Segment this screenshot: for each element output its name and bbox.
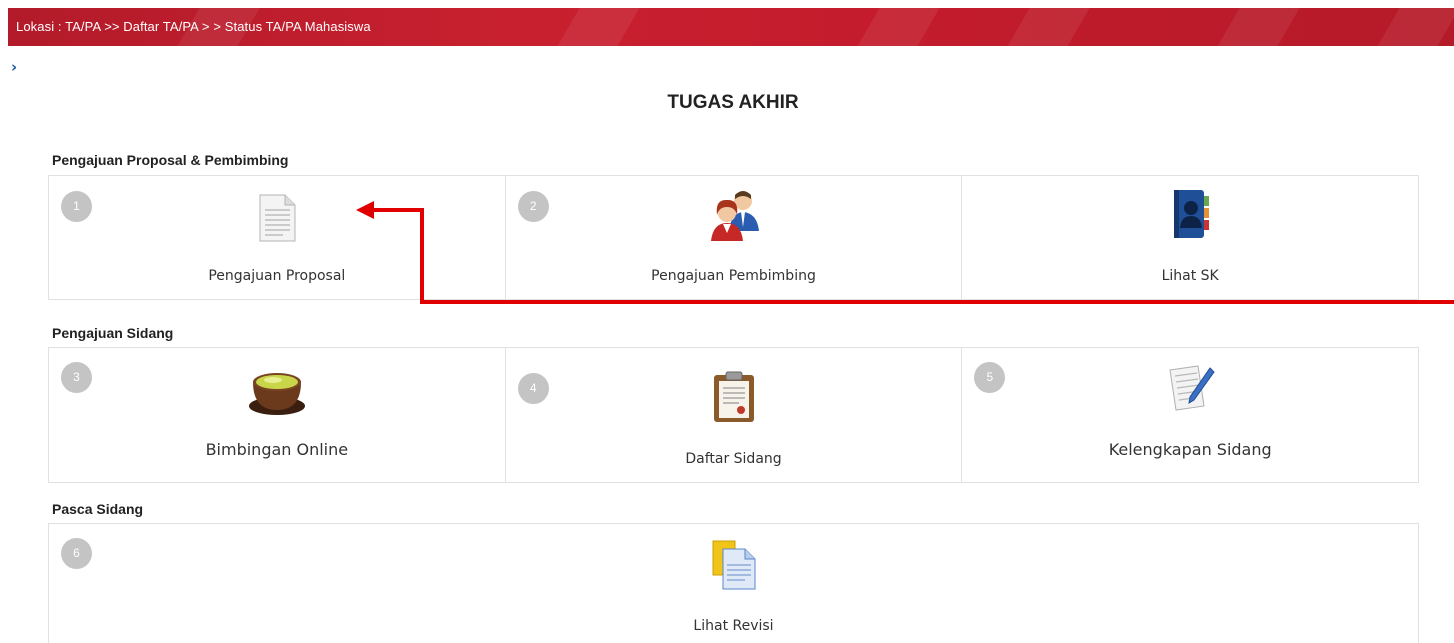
pasca-sidang-row: 6 Lihat Revisi bbox=[48, 523, 1419, 643]
lihat-sk-tile[interactable]: Lihat SK bbox=[962, 176, 1418, 299]
tea-cup-icon bbox=[247, 362, 307, 422]
lihat-revisi-tile[interactable]: 6 Lihat Revisi bbox=[49, 524, 1418, 643]
edit-document-icon bbox=[1164, 362, 1216, 418]
pengajuan-pembimbing-tile[interactable]: 2 Pengajuan Pembimbing bbox=[506, 176, 963, 299]
step-number-badge: 6 bbox=[61, 538, 92, 569]
pengajuan-proposal-tile[interactable]: 1 Pengajuan Proposal bbox=[49, 176, 506, 299]
tile-label: Bimbingan Online bbox=[205, 440, 349, 459]
kelengkapan-sidang-tile[interactable]: 5 Kelengkapan Sidang bbox=[962, 348, 1418, 482]
sidang-row: 3 Bimbingan Online 4 Daftar Sidang 5 Kel… bbox=[48, 347, 1419, 483]
bimbingan-online-tile[interactable]: 3 Bimbingan Online bbox=[49, 348, 506, 482]
step-number-badge: 2 bbox=[517, 191, 549, 222]
document-icon bbox=[255, 193, 299, 247]
tile-label: Lihat Revisi bbox=[693, 618, 774, 634]
step-number-badge: 1 bbox=[61, 191, 92, 222]
tile-label: Daftar Sidang bbox=[685, 451, 782, 467]
tile-label: Lihat SK bbox=[1161, 268, 1219, 284]
step-number-badge: 4 bbox=[517, 373, 549, 404]
tile-label: Kelengkapan Sidang bbox=[1108, 440, 1272, 459]
users-icon bbox=[705, 187, 763, 247]
tile-label: Pengajuan Pembimbing bbox=[651, 268, 816, 284]
sidebar-toggle-chevron-icon[interactable]: › bbox=[11, 58, 17, 76]
documents-icon bbox=[709, 537, 759, 597]
page-title: TUGAS AKHIR bbox=[667, 92, 799, 113]
step-number-badge: 3 bbox=[61, 362, 92, 393]
proposal-row: 1 Pengajuan Proposal 2 Pengajuan Pembimb… bbox=[48, 175, 1419, 300]
tile-label: Pengajuan Proposal bbox=[208, 268, 346, 284]
clipboard-icon bbox=[711, 370, 757, 428]
section-title-proposal: Pengajuan Proposal & Pembimbing bbox=[52, 152, 289, 168]
breadcrumb-text: Lokasi : TA/PA >> Daftar TA/PA > > Statu… bbox=[16, 19, 371, 34]
section-title-pasca-sidang: Pasca Sidang bbox=[52, 501, 144, 517]
section-title-sidang: Pengajuan Sidang bbox=[52, 325, 174, 341]
step-number-badge: 5 bbox=[974, 362, 1006, 393]
daftar-sidang-tile[interactable]: 4 Daftar Sidang bbox=[506, 348, 963, 482]
breadcrumb: Lokasi : TA/PA >> Daftar TA/PA > > Statu… bbox=[8, 8, 1454, 46]
contact-book-icon bbox=[1168, 188, 1212, 244]
